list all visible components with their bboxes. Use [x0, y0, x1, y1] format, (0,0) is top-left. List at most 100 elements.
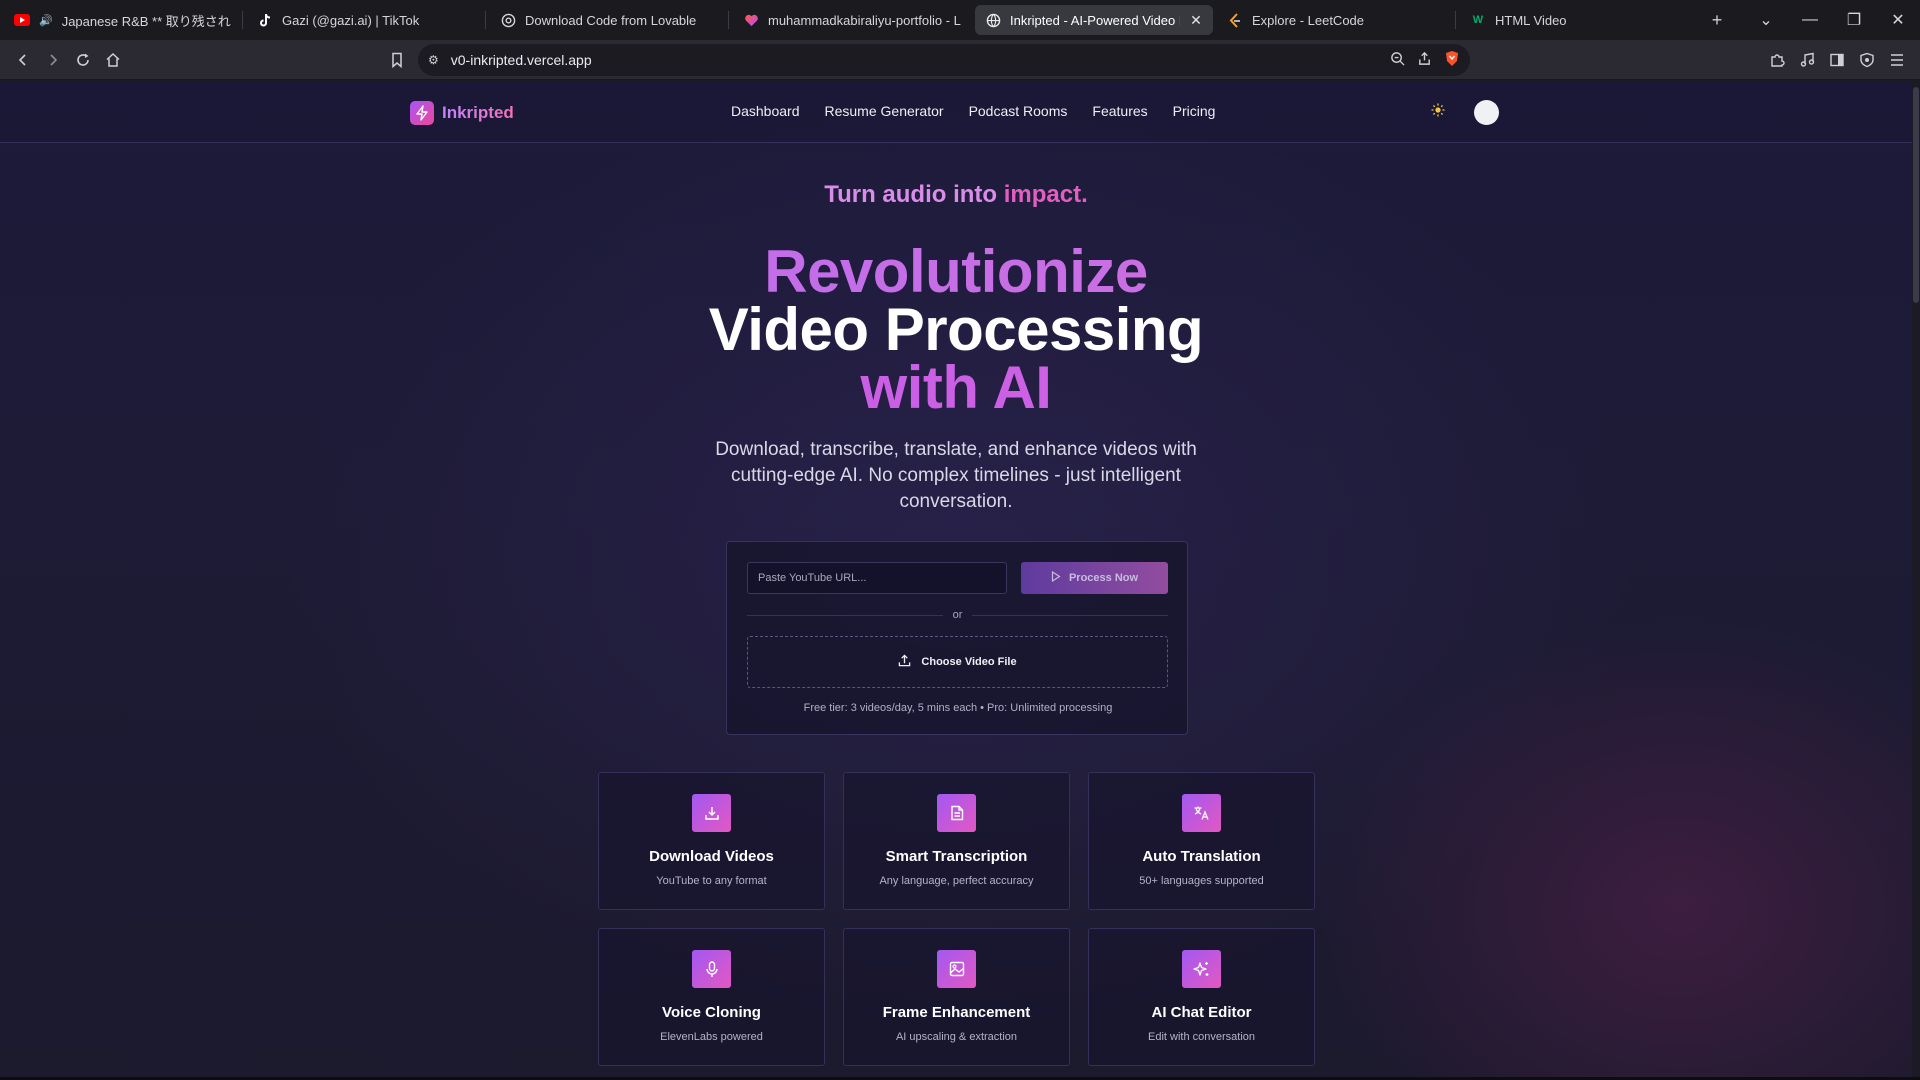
w3schools-icon: W — [1472, 14, 1484, 26]
restore-icon[interactable]: ❐ — [1832, 10, 1876, 30]
divider-line — [972, 614, 1168, 616]
feature-description: YouTube to any format — [656, 875, 767, 887]
toolbar-actions — [1762, 45, 1912, 75]
nav-link-podcast-rooms[interactable]: Podcast Rooms — [969, 103, 1068, 119]
media-icon[interactable] — [1792, 45, 1822, 75]
feature-description: Any language, perfect accuracy — [879, 875, 1034, 887]
browser-tab[interactable]: W HTML Video — [1460, 5, 1698, 35]
scrollbar-thumb[interactable] — [1913, 87, 1919, 303]
download-icon — [692, 794, 731, 832]
nav-link-resume-generator[interactable]: Resume Generator — [825, 103, 944, 119]
browser-tab[interactable]: Gazi (@gazi.ai) | TikTok — [247, 5, 485, 35]
translate-icon — [1182, 794, 1221, 832]
url-text: v0-inkripted.vercel.app — [450, 52, 592, 68]
browser-tab[interactable]: 🔊 Japanese R&B ** 取り残されたラブ — [4, 5, 242, 35]
feature-card[interactable]: Smart Transcription Any language, perfec… — [843, 772, 1070, 910]
globe-icon — [500, 12, 516, 28]
browser-tab[interactable]: Download Code from Lovable — [490, 5, 728, 35]
reload-icon[interactable] — [68, 45, 98, 75]
feature-grid: Download Videos YouTube to any format Sm… — [598, 772, 1316, 1066]
image-icon — [937, 950, 976, 988]
microphone-icon — [692, 950, 731, 988]
brave-shield-icon[interactable] — [1444, 50, 1460, 70]
feature-card[interactable]: Frame Enhancement AI upscaling & extract… — [843, 928, 1070, 1066]
feature-card[interactable]: Voice Cloning ElevenLabs powered — [598, 928, 825, 1066]
or-divider: or — [747, 608, 1168, 622]
tagline-text: Turn audio into — [824, 181, 998, 208]
tagline-highlight: impact. — [1003, 181, 1088, 208]
nav-link-features[interactable]: Features — [1092, 103, 1147, 119]
hero-title-line2: Video Processing — [708, 296, 1204, 363]
upload-card: Process Now or Choose Video File Free ti… — [726, 541, 1188, 735]
brand-logo[interactable]: Inkripted — [410, 101, 514, 125]
sidebar-icon[interactable] — [1822, 45, 1852, 75]
new-tab-icon[interactable]: + — [1702, 5, 1732, 35]
bookmark-icon[interactable] — [382, 45, 412, 75]
speaker-icon[interactable]: 🔊 — [39, 14, 53, 27]
tab-title: Download Code from Lovable — [525, 12, 697, 28]
tab-divider — [1455, 11, 1456, 29]
sun-icon[interactable] — [1431, 103, 1445, 121]
lightning-icon — [410, 101, 434, 125]
feature-title: Voice Cloning — [662, 1004, 761, 1021]
tab-list-icon[interactable]: ⌄ — [1744, 10, 1788, 30]
choose-video-file-button[interactable]: Choose Video File — [747, 636, 1168, 688]
home-icon[interactable] — [98, 45, 128, 75]
or-label: or — [952, 609, 963, 621]
forward-icon[interactable] — [38, 45, 68, 75]
close-window-icon[interactable]: ✕ — [1876, 10, 1920, 30]
share-icon[interactable] — [1417, 51, 1432, 69]
feature-title: AI Chat Editor — [1151, 1004, 1252, 1021]
browser-tab[interactable]: muhammadkabiraliyu-portfolio - Lo — [733, 5, 971, 35]
feature-card[interactable]: Auto Translation 50+ languages supported — [1088, 772, 1315, 910]
zoom-icon[interactable] — [1390, 51, 1405, 69]
play-icon — [1051, 570, 1061, 585]
brand-name: Inkripted — [442, 103, 514, 122]
page-scrollbar[interactable] — [1912, 81, 1920, 1080]
address-bar[interactable]: ⚙ v0-inkripted.vercel.app — [418, 44, 1470, 76]
sparkles-icon — [1182, 950, 1221, 988]
browser-tab[interactable]: Explore - LeetCode — [1217, 5, 1455, 35]
minimize-icon[interactable]: — — [1788, 11, 1832, 29]
nav-link-pricing[interactable]: Pricing — [1173, 103, 1216, 119]
site-settings-icon[interactable]: ⚙ — [428, 53, 439, 67]
browser-toolbar: ⚙ v0-inkripted.vercel.app — [0, 40, 1920, 80]
feature-description: 50+ languages supported — [1139, 875, 1264, 887]
avatar[interactable] — [1474, 100, 1499, 125]
close-tab-icon[interactable]: ✕ — [1189, 12, 1203, 29]
extensions-icon[interactable] — [1762, 45, 1792, 75]
feature-card[interactable]: AI Chat Editor Edit with conversation — [1088, 928, 1315, 1066]
tab-divider — [728, 11, 729, 29]
site-header: Inkripted Dashboard Resume Generator Pod… — [0, 81, 1912, 143]
tab-title: Gazi (@gazi.ai) | TikTok — [282, 12, 420, 28]
tab-divider — [242, 11, 243, 29]
tiktok-icon — [257, 12, 273, 28]
globe-icon — [985, 12, 1001, 28]
browser-tab-active[interactable]: Inkripted - AI-Powered Video P ✕ — [975, 5, 1213, 35]
window-controls: ⌄ — ❐ ✕ — [1744, 0, 1920, 40]
tab-title: muhammadkabiraliyu-portfolio - Lo — [768, 12, 961, 28]
vpn-shield-icon[interactable] — [1852, 45, 1882, 75]
feature-card[interactable]: Download Videos YouTube to any format — [598, 772, 825, 910]
tab-title: HTML Video — [1495, 12, 1567, 28]
tier-note: Free tier: 3 videos/day, 5 mins each • P… — [803, 702, 1113, 714]
hero-title-line3: with AI — [0, 358, 1912, 418]
hero-tagline: Turn audio into impact. — [0, 181, 1912, 209]
back-icon[interactable] — [8, 45, 38, 75]
feature-title: Frame Enhancement — [882, 1004, 1031, 1021]
feature-description: Edit with conversation — [1148, 1031, 1255, 1043]
leetcode-icon — [1227, 12, 1243, 28]
browser-tab-bar: 🔊 Japanese R&B ** 取り残されたラブ Gazi (@gazi.a… — [0, 0, 1920, 40]
tab-title: Explore - LeetCode — [1252, 12, 1365, 28]
hero-title-line1: Revolutionize — [0, 242, 1912, 302]
nav-link-dashboard[interactable]: Dashboard — [731, 103, 800, 119]
tab-divider — [485, 11, 486, 29]
upload-icon — [898, 654, 911, 670]
menu-icon[interactable] — [1882, 45, 1912, 75]
youtube-url-input[interactable] — [747, 562, 1007, 594]
hero-subtitle: Download, transcribe, translate, and enh… — [715, 439, 1197, 512]
main-nav: Dashboard Resume Generator Podcast Rooms… — [731, 103, 1215, 119]
feature-title: Auto Translation — [1142, 848, 1261, 865]
process-now-button[interactable]: Process Now — [1021, 562, 1168, 594]
tab-title: Japanese R&B ** 取り残されたラブ — [61, 13, 232, 29]
